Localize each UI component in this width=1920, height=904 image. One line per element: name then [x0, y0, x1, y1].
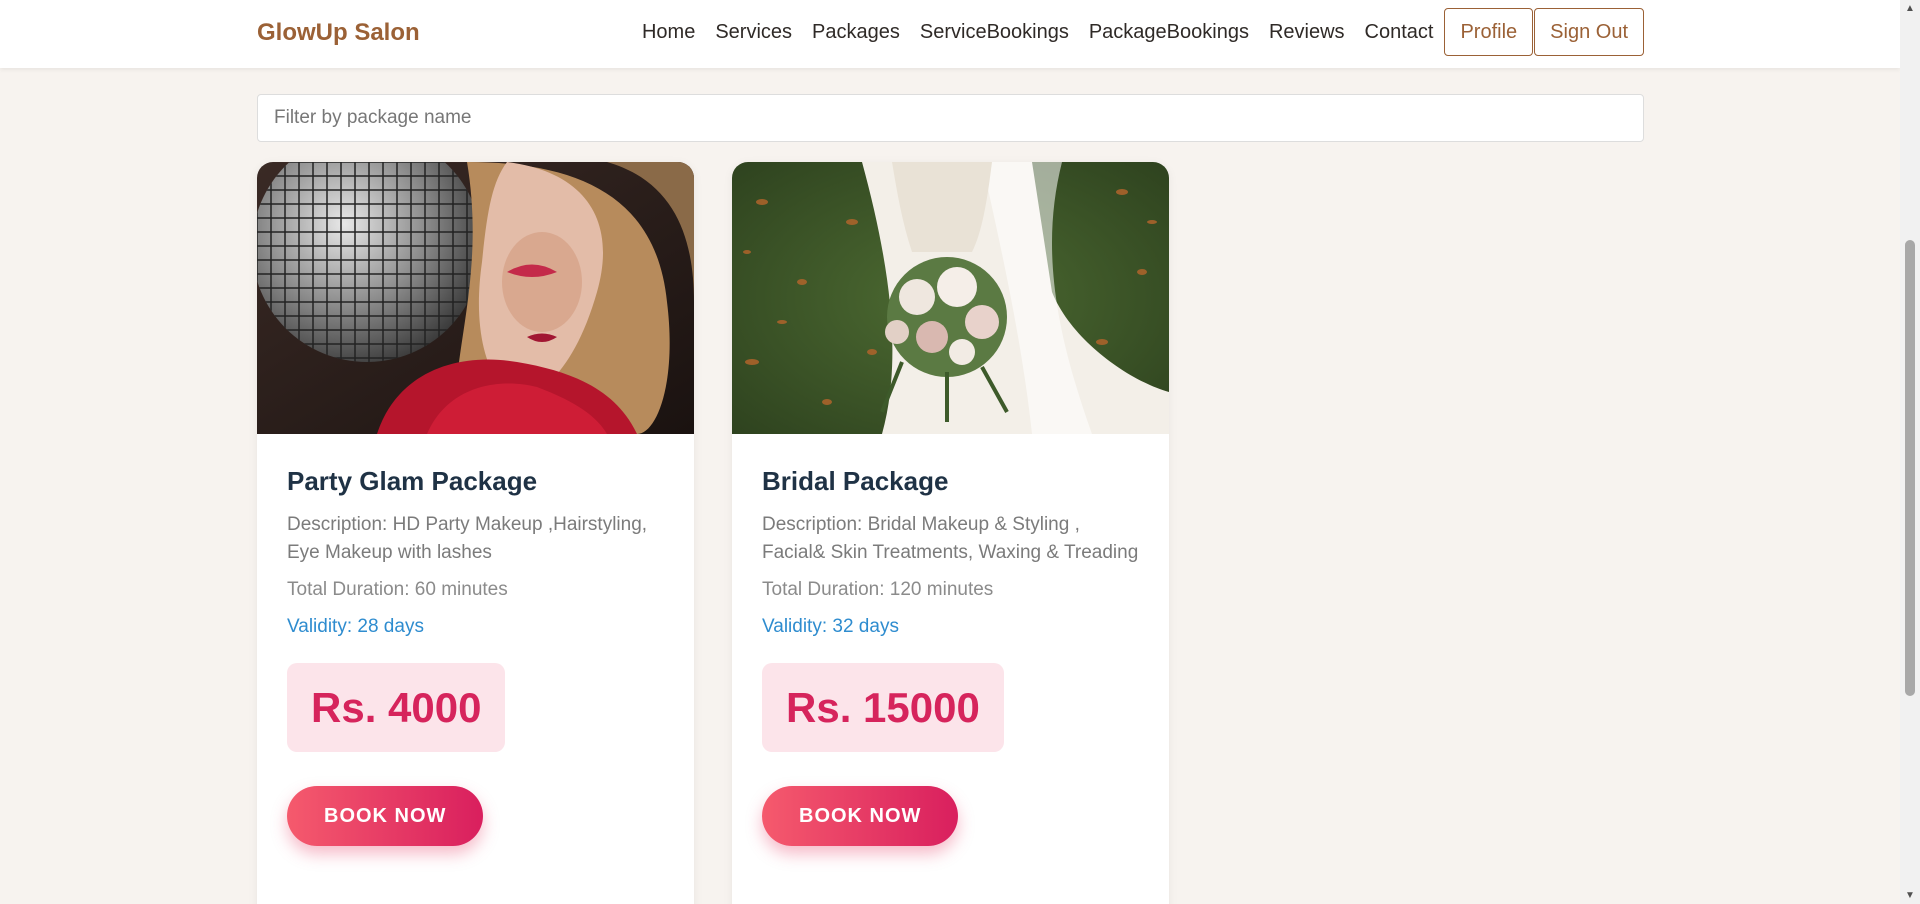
card-body: Bridal Package Description: Bridal Makeu…: [762, 462, 1139, 846]
package-price: Rs. 4000: [287, 663, 506, 752]
package-validity: Validity: 28 days: [287, 616, 424, 637]
top-navbar: GlowUp Salon Home Services Packages Serv…: [0, 0, 1900, 68]
nav-link-service-bookings[interactable]: ServiceBookings: [920, 21, 1069, 44]
nav-link-home[interactable]: Home: [642, 21, 695, 44]
scroll-down-arrow-icon[interactable]: ▼: [1900, 887, 1920, 904]
profile-button[interactable]: Profile: [1444, 8, 1534, 56]
package-card: Party Glam Package Description: HD Party…: [257, 162, 694, 904]
package-description: Description: HD Party Makeup ,Hairstylin…: [287, 514, 648, 563]
card-body: Party Glam Package Description: HD Party…: [287, 462, 664, 846]
brand-logo[interactable]: GlowUp Salon: [257, 19, 420, 47]
package-card: Bridal Package Description: Bridal Makeu…: [732, 162, 1169, 904]
book-now-button[interactable]: BOOK NOW: [762, 786, 959, 846]
nav-link-packages[interactable]: Packages: [812, 21, 900, 44]
sign-out-button[interactable]: Sign Out: [1534, 8, 1644, 56]
book-now-button[interactable]: BOOK NOW: [287, 786, 484, 846]
package-price: Rs. 15000: [762, 663, 1004, 752]
party-glam-image: [257, 162, 694, 434]
package-description: Description: Bridal Makeup & Styling , F…: [762, 514, 1139, 563]
nav-links: Home Services Packages ServiceBookings P…: [642, 0, 1644, 64]
nav-link-services[interactable]: Services: [715, 21, 792, 44]
package-filter-input[interactable]: [257, 94, 1644, 142]
nav-link-package-bookings[interactable]: PackageBookings: [1089, 21, 1249, 44]
bridal-image: [732, 162, 1169, 434]
nav-link-contact[interactable]: Contact: [1365, 21, 1434, 44]
scrollbar-thumb[interactable]: [1905, 240, 1915, 696]
package-title: Party Glam Package: [287, 466, 538, 496]
package-duration: Total Duration: 120 minutes: [762, 579, 994, 600]
scroll-up-arrow-icon[interactable]: ▲: [1900, 0, 1920, 17]
package-validity: Validity: 32 days: [762, 616, 899, 637]
nav-link-reviews[interactable]: Reviews: [1269, 21, 1345, 44]
package-title: Bridal Package: [762, 466, 949, 496]
page-scrollbar[interactable]: ▲ ▼: [1900, 0, 1920, 904]
package-duration: Total Duration: 60 minutes: [287, 579, 508, 600]
